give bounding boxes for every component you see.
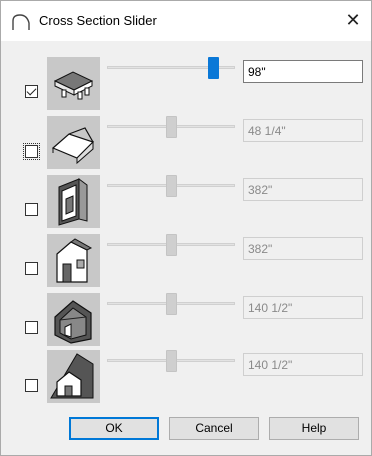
row-5-checkbox[interactable]: [25, 321, 38, 334]
row-6-checkbox[interactable]: [25, 379, 38, 392]
row-4-slider-thumb[interactable]: [165, 234, 177, 256]
title-bar: Cross Section Slider ✕: [1, 1, 371, 41]
help-button[interactable]: Help: [269, 417, 359, 440]
row-1-checkbox[interactable]: [25, 85, 38, 98]
row-6-slider-thumb[interactable]: [165, 350, 177, 372]
row-6-value-field[interactable]: 140 1/2": [243, 353, 363, 376]
row-2-value-field[interactable]: 48 1/4": [243, 119, 363, 142]
row-5-value-field[interactable]: 140 1/2": [243, 296, 363, 319]
floor-platform-section-icon: [47, 57, 100, 110]
section-row-1: 98": [1, 57, 372, 113]
row-1-slider-thumb[interactable]: [207, 57, 219, 79]
row-4-value-field[interactable]: 382": [243, 237, 363, 260]
house-diagonal-section-icon: [47, 350, 100, 403]
row-2-slider-thumb[interactable]: [165, 116, 177, 138]
section-row-4: 382": [1, 234, 372, 290]
row-4-checkbox[interactable]: [25, 262, 38, 275]
window-title: Cross Section Slider: [39, 13, 157, 28]
section-row-2: 48 1/4": [1, 116, 372, 172]
wall-cutaway-section-icon: [47, 175, 100, 228]
row-2-checkbox[interactable]: [23, 143, 40, 160]
arc-section-icon: [12, 14, 30, 30]
house-side-section-icon: [47, 234, 100, 287]
roof-section-icon: [47, 116, 100, 169]
row-3-slider-thumb[interactable]: [165, 175, 177, 197]
section-row-6: 140 1/2": [1, 350, 372, 406]
section-row-5: 140 1/2": [1, 293, 372, 349]
house-frame-section-icon: [47, 293, 100, 346]
row-1-value-field[interactable]: 98": [243, 60, 363, 83]
row-3-value-field[interactable]: 382": [243, 178, 363, 201]
cross-section-slider-dialog: Cross Section Slider ✕ 98" 48 1/4" 382" …: [0, 0, 372, 456]
cancel-button[interactable]: Cancel: [169, 417, 259, 440]
section-row-3: 382": [1, 175, 372, 231]
ok-button[interactable]: OK: [69, 417, 159, 440]
row-3-checkbox[interactable]: [25, 203, 38, 216]
row-5-slider-thumb[interactable]: [165, 293, 177, 315]
close-icon[interactable]: ✕: [341, 9, 365, 33]
